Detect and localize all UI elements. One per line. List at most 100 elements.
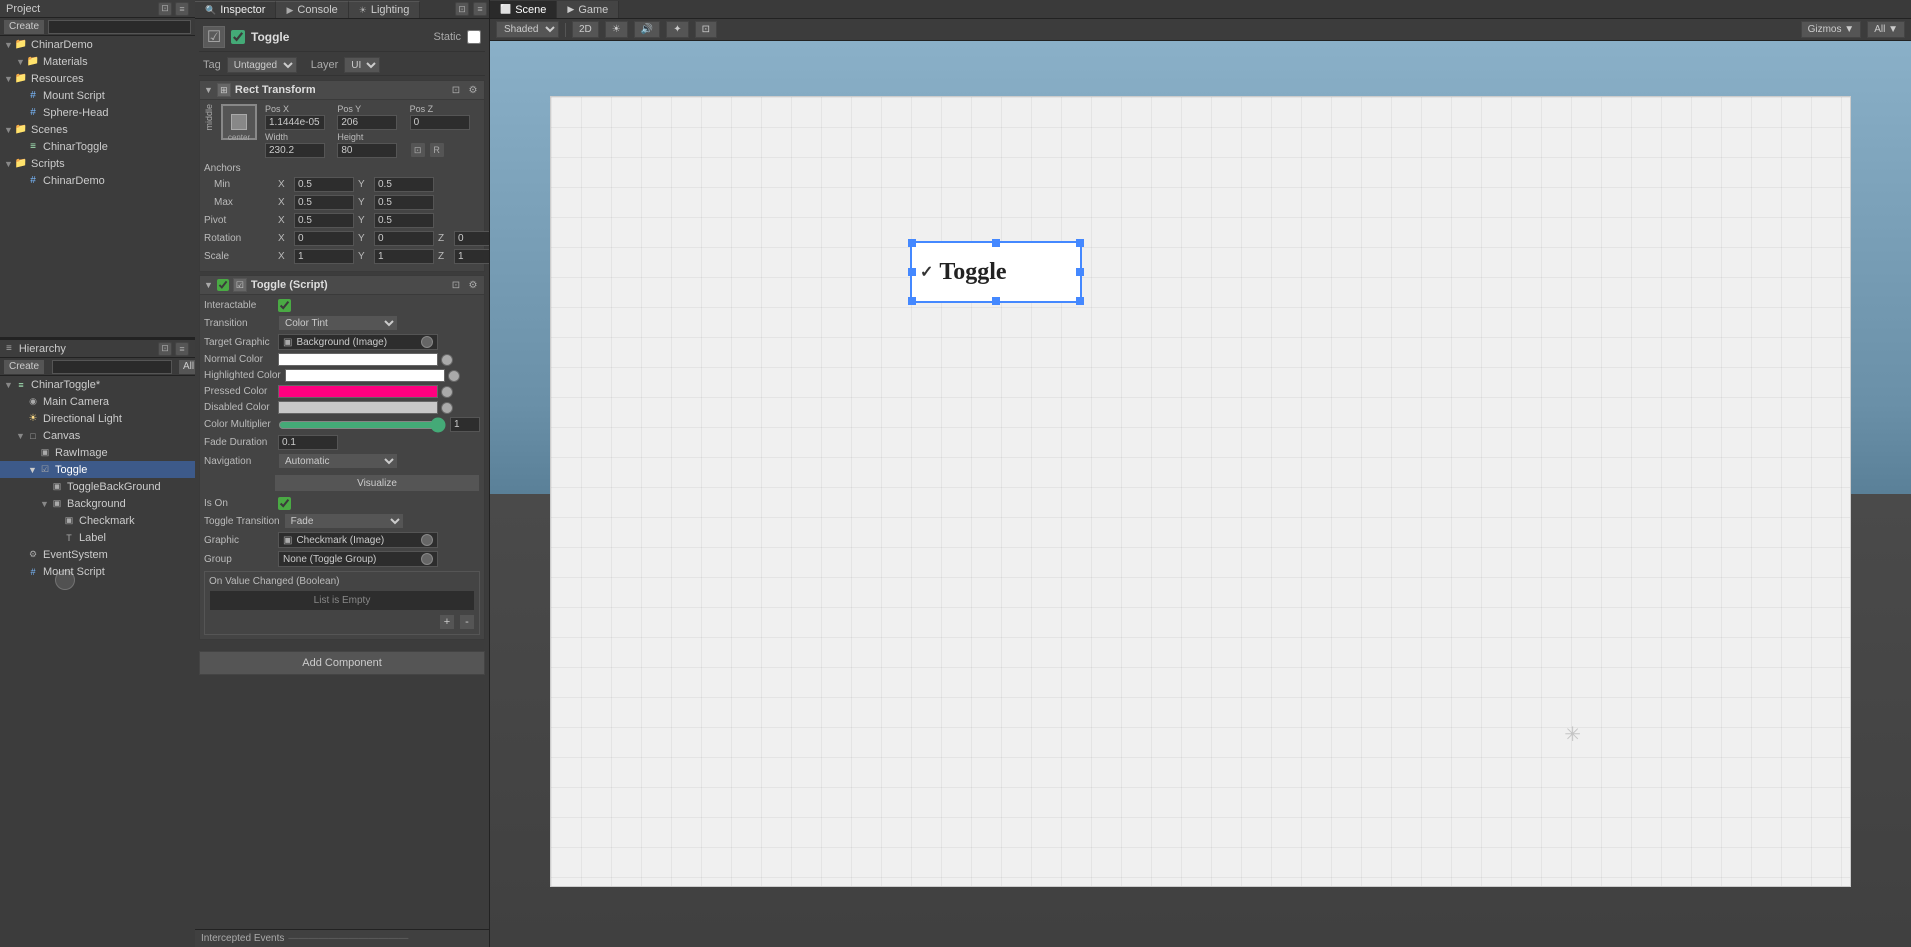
fade-duration-input[interactable] [278,435,338,450]
event-remove-btn[interactable]: - [459,614,475,630]
hierarchy-checkmark[interactable]: ▶ ▣ Checkmark [0,512,195,529]
normal-color-picker[interactable] [441,354,453,366]
pos-y-input[interactable] [337,115,397,130]
interactable-checkbox[interactable] [278,299,291,312]
tab-lighting[interactable]: ☀ Lighting [349,1,421,18]
event-add-btn[interactable]: + [439,614,455,630]
scale-y[interactable] [374,249,434,264]
object-enabled-checkbox[interactable] [231,30,245,44]
group-field[interactable]: None (Toggle Group) [278,551,438,567]
target-graphic-field[interactable]: ▣ Background (Image) [278,334,438,350]
tree-item-sphere-head[interactable]: ▶ # Sphere-Head [0,104,195,121]
pivot-x[interactable] [294,213,354,228]
create-label[interactable]: Create [4,20,44,34]
hierarchy-toggle[interactable]: ▼ ☑ Toggle [0,461,195,478]
disabled-color-swatch[interactable] [278,401,438,414]
pressed-color-swatch[interactable] [278,385,438,398]
rect-settings-btn[interactable]: ⚙ [466,83,480,97]
transition-dropdown[interactable]: Color Tint [278,315,398,331]
gizmos-all-btn[interactable]: All ▼ [1867,21,1905,38]
target-graphic-picker[interactable] [421,336,433,348]
toggle-script-settings-btn[interactable]: ⚙ [466,278,480,292]
project-search-input[interactable] [48,20,191,34]
inspector-menu-btn[interactable]: ≡ [473,2,487,16]
hierarchy-scene[interactable]: ▼ ≡ ChinarToggle* [0,376,195,393]
anchor-max-y[interactable] [374,195,434,210]
tag-dropdown[interactable]: Untagged [227,57,297,73]
hierarchy-main-camera[interactable]: ▶ ◉ Main Camera [0,393,195,410]
rotation-z[interactable] [454,231,489,246]
tree-item-chinardemo[interactable]: ▼ 📁 ChinarDemo [0,36,195,53]
tree-item-scripts[interactable]: ▼ 📁 Scripts [0,155,195,172]
hierarchy-search-input[interactable] [52,360,172,374]
static-checkbox[interactable] [467,30,481,44]
2d-btn[interactable]: 2D [572,21,599,38]
shaded-dropdown[interactable]: Shaded [496,21,559,38]
hierarchy-menu-btn[interactable]: ≡ [175,342,189,356]
visualize-btn[interactable]: Visualize [274,474,480,492]
anchor-min-x[interactable] [294,177,354,192]
highlighted-color-swatch[interactable] [285,369,445,382]
scene-audio-btn[interactable]: 🔊 [634,21,660,38]
hierarchy-mount-script[interactable]: ▶ # Mount Script [0,563,195,580]
tree-item-resources[interactable]: ▼ 📁 Resources [0,70,195,87]
group-picker[interactable] [421,553,433,565]
hierarchy-rawimage[interactable]: ▶ ▣ RawImage [0,444,195,461]
rect-lock-btn[interactable]: ⊡ [449,83,463,97]
add-component-button[interactable]: Add Component [199,651,485,675]
hierarchy-togglebackground[interactable]: ▶ ▣ ToggleBackGround [0,478,195,495]
tree-item-scenes[interactable]: ▼ 📁 Scenes [0,121,195,138]
tree-item-materials[interactable]: ▼ 📁 Materials [0,53,195,70]
rect-transform-header[interactable]: ▼ ⊞ Rect Transform ⊡ ⚙ [200,81,484,100]
inspector-lock-btn[interactable]: ⊡ [455,2,469,16]
graphic-picker[interactable] [421,534,433,546]
rt-btn2[interactable]: R [429,142,445,158]
graphic-field[interactable]: ▣ Checkmark (Image) [278,532,438,548]
is-on-checkbox[interactable] [278,497,291,510]
scene-toggle-element[interactable]: ✓ Toggle [911,242,1081,302]
toggle-script-enabled[interactable] [217,279,229,291]
tab-scene[interactable]: ⬜ Scene [490,1,557,18]
navigation-dropdown[interactable]: Automatic [278,453,398,469]
tree-item-script-chinardemo[interactable]: ▶ # ChinarDemo [0,172,195,189]
toggle-script-header[interactable]: ▼ ☑ Toggle (Script) ⊡ ⚙ [200,276,484,295]
hierarchy-create-label[interactable]: Create [4,360,44,374]
width-input[interactable] [265,143,325,158]
pressed-color-picker[interactable] [441,386,453,398]
hierarchy-background[interactable]: ▼ ▣ Background [0,495,195,512]
scene-view-btn[interactable]: ⊡ [695,21,717,38]
rt-btn1[interactable]: ⊡ [410,142,426,158]
tree-item-chinar-toggle[interactable]: ▶ ≡ ChinarToggle [0,138,195,155]
disabled-color-picker[interactable] [441,402,453,414]
hierarchy-canvas[interactable]: ▼ □ Canvas [0,427,195,444]
tree-item-mount-script[interactable]: ▶ # Mount Script [0,87,195,104]
tab-inspector[interactable]: 🔍 Inspector [195,1,276,18]
anchor-max-x[interactable] [294,195,354,210]
pos-z-input[interactable] [410,115,470,130]
scale-x[interactable] [294,249,354,264]
layer-dropdown[interactable]: UI [344,57,380,73]
scale-z[interactable] [454,249,489,264]
hierarchy-eventsystem[interactable]: ▶ ⚙ EventSystem [0,546,195,563]
rotation-y[interactable] [374,231,434,246]
gizmos-button[interactable]: Gizmos ▼ [1801,21,1862,38]
tab-console[interactable]: ▶ Console [276,1,348,18]
hierarchy-lock-btn[interactable]: ⊡ [158,342,172,356]
toggle-script-lock-btn[interactable]: ⊡ [449,278,463,292]
normal-color-swatch[interactable] [278,353,438,366]
color-multiplier-slider[interactable] [278,420,446,430]
pos-x-input[interactable] [265,115,325,130]
height-input[interactable] [337,143,397,158]
tab-game[interactable]: ▶ Game [557,1,619,18]
toggle-transition-dropdown[interactable]: Fade [284,513,404,529]
hierarchy-label[interactable]: ▶ T Label [0,529,195,546]
pivot-y[interactable] [374,213,434,228]
highlighted-color-picker[interactable] [448,370,460,382]
color-multiplier-input[interactable] [450,417,480,432]
hierarchy-dir-light[interactable]: ▶ ☀ Directional Light [0,410,195,427]
project-menu-btn[interactable]: ≡ [175,2,189,16]
rotation-x[interactable] [294,231,354,246]
scene-light-btn[interactable]: ☀ [605,21,628,38]
scene-fx-btn[interactable]: ✦ [666,21,688,38]
anchor-min-y[interactable] [374,177,434,192]
